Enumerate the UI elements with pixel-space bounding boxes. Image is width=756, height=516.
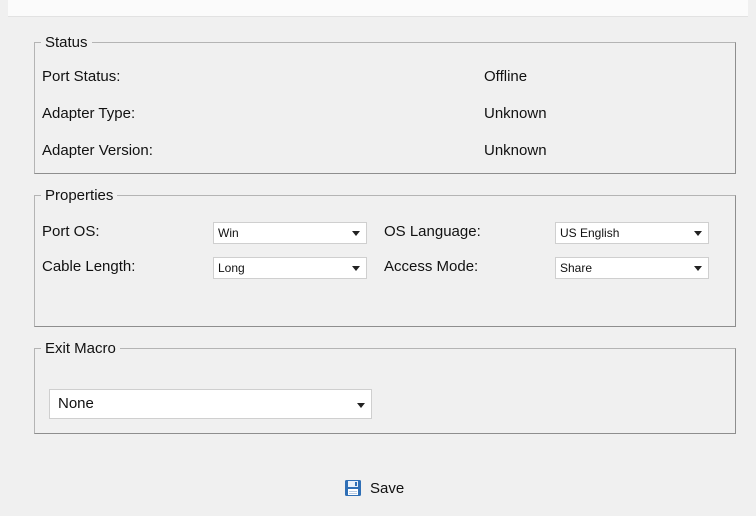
floppy-disk-icon — [345, 480, 361, 496]
top-band — [8, 0, 748, 17]
os-language-select[interactable]: US English — [555, 222, 709, 244]
cable-length-label: Cable Length: — [42, 258, 136, 275]
adapter-version-value: Unknown — [484, 142, 547, 159]
cable-length-value: Long — [218, 261, 245, 275]
exit-macro-select[interactable]: None — [49, 389, 372, 419]
save-label: Save — [370, 479, 405, 497]
chevron-down-icon — [694, 266, 702, 271]
chevron-down-icon — [352, 231, 360, 236]
chevron-down-icon — [694, 231, 702, 236]
port-os-select[interactable]: Win — [213, 222, 367, 244]
adapter-version-label: Adapter Version: — [42, 142, 153, 159]
exit-macro-legend: Exit Macro — [45, 340, 116, 357]
adapter-type-label: Adapter Type: — [42, 105, 136, 122]
access-mode-value: Share — [560, 261, 593, 275]
exit-macro-value: None — [58, 395, 94, 412]
status-legend: Status — [45, 34, 88, 51]
port-os-label: Port OS: — [42, 223, 100, 240]
adapter-type-value: Unknown — [484, 105, 547, 122]
port-os-value: Win — [218, 226, 239, 240]
chevron-down-icon — [352, 266, 360, 271]
cable-length-select[interactable]: Long — [213, 257, 367, 279]
exit-macro-group: Exit Macro — [34, 340, 736, 434]
access-mode-select[interactable]: Share — [555, 257, 709, 279]
port-status-value: Offline — [484, 68, 528, 85]
port-settings-panel: Status Port Status: Offline Adapter Type… — [8, 0, 748, 516]
os-language-value: US English — [560, 226, 620, 240]
port-status-label: Port Status: — [42, 68, 121, 85]
os-language-label: OS Language: — [384, 223, 481, 240]
save-button[interactable]: Save — [344, 476, 404, 500]
access-mode-label: Access Mode: — [384, 258, 479, 275]
properties-legend: Properties — [45, 187, 114, 204]
chevron-down-icon — [357, 403, 365, 408]
